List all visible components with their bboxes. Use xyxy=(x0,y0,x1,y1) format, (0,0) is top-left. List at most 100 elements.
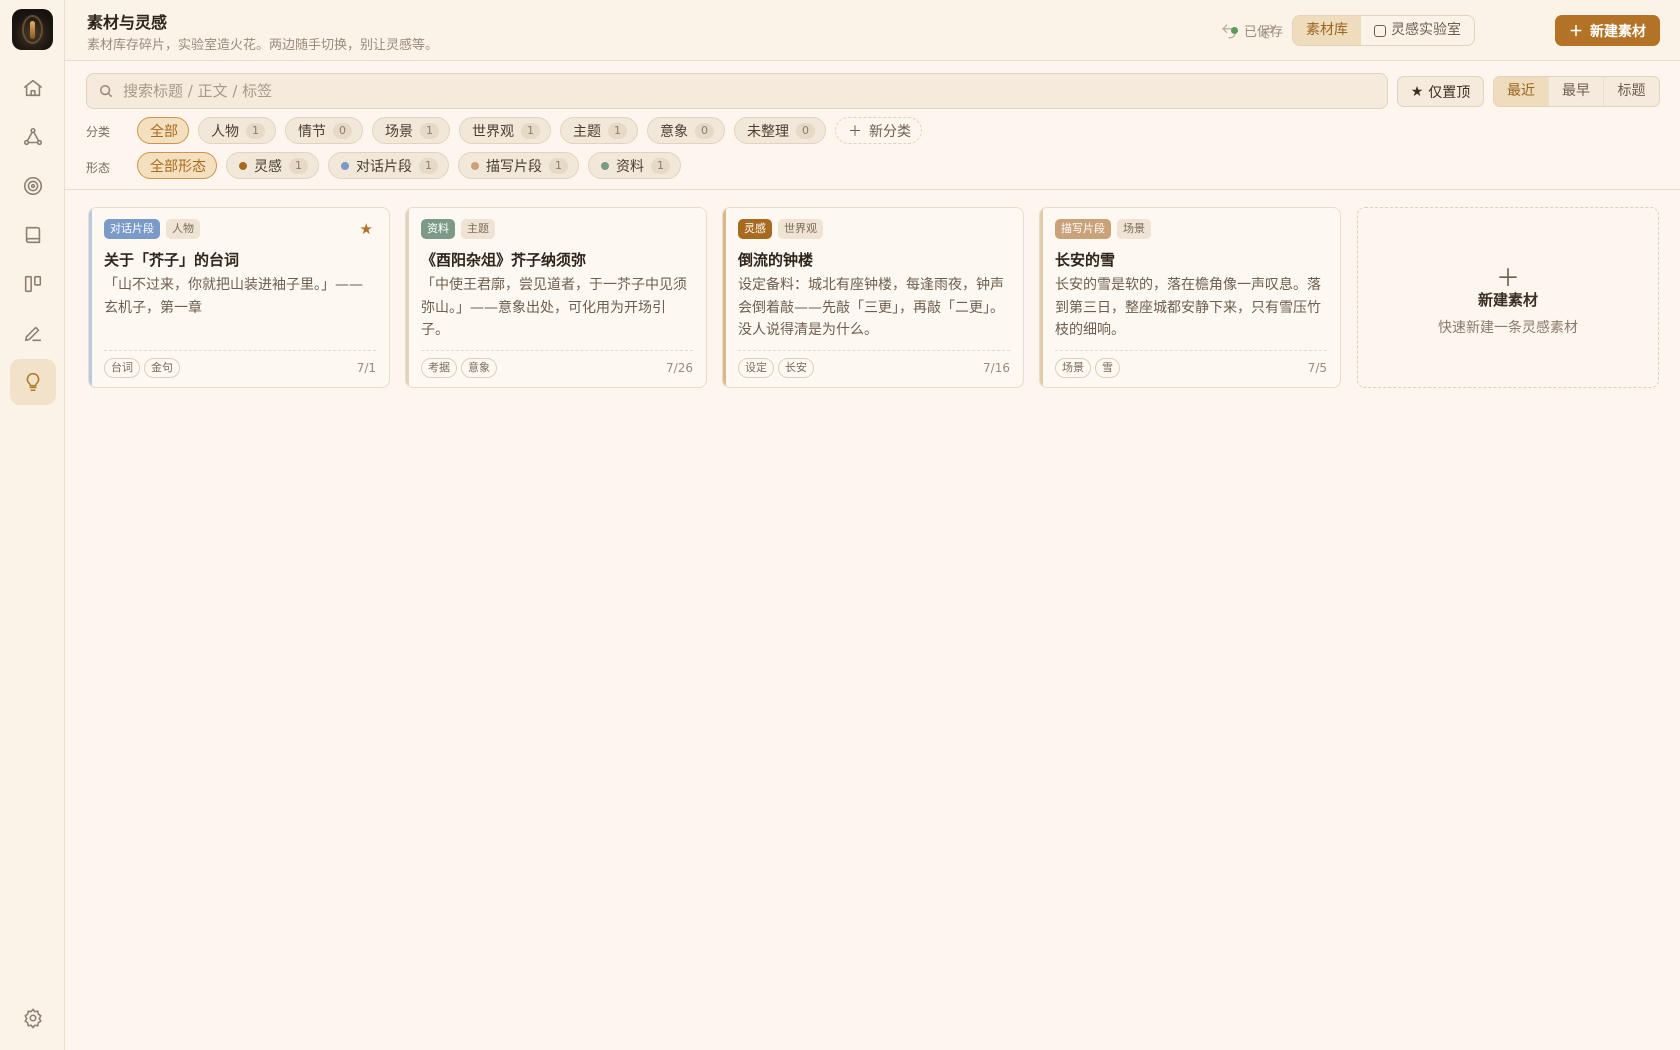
tab-library-label: 素材库 xyxy=(1306,22,1348,38)
card-body: 「山不过来，你就把山装进袖子里。」——玄机子，第一章 xyxy=(104,277,363,316)
card-body: 长安的雪是软的，落在檐角像一声叹息。落到第三日，整座城都安静下来，只有雪压竹枝的… xyxy=(1055,277,1321,338)
view-switch: 素材库 灵感实验室 xyxy=(1292,15,1475,46)
chip-count: 1 xyxy=(246,122,265,139)
category-tag: 场景 xyxy=(1117,219,1151,239)
color-dot xyxy=(601,161,609,170)
save-status: 已保存 xyxy=(1231,21,1283,40)
category-chip-worldview[interactable]: 世界观 1 xyxy=(459,117,551,144)
new-material-button[interactable]: ＋ 新建素材 xyxy=(1555,15,1660,46)
form-tag: 描写片段 xyxy=(1055,219,1111,239)
card-divider xyxy=(421,350,693,351)
sort-title[interactable]: 标题 xyxy=(1604,77,1659,106)
star-icon: ★ xyxy=(1410,83,1424,100)
label-tag[interactable]: 台词 xyxy=(104,358,140,378)
chip-label: 全部形态 xyxy=(150,158,206,175)
card-labels: 考据 意象 xyxy=(421,358,497,378)
search-input[interactable] xyxy=(123,82,1323,100)
form-tag: 资料 xyxy=(421,219,455,239)
new-material-card[interactable]: ＋ 新建素材 快速新建一条灵感素材 xyxy=(1357,207,1659,388)
form-chip-description[interactable]: 描写片段 1 xyxy=(458,152,579,179)
chip-label: 全部 xyxy=(150,123,178,140)
label-tag[interactable]: 雪 xyxy=(1095,358,1120,378)
sort-recent[interactable]: 最近 xyxy=(1494,77,1549,106)
search-box xyxy=(86,73,1388,109)
sort-switch: 最近 最早 标题 xyxy=(1493,76,1660,107)
label-tag[interactable]: 意象 xyxy=(461,358,497,378)
pinned-only-label: 仅置顶 xyxy=(1428,84,1471,101)
category-label: 分类 xyxy=(86,125,111,139)
material-card[interactable]: 对话片段 人物 ★ 关于「芥子」的台词 「山不过来，你就把山装进袖子里。」——玄… xyxy=(88,207,390,388)
form-chip-inspiration[interactable]: 灵感 1 xyxy=(226,152,319,179)
material-card[interactable]: 资料 主题 《酉阳杂俎》芥子纳须弥 「中使王君廓，尝见道者，于一芥子中见须弥山。… xyxy=(405,207,707,388)
category-tag: 主题 xyxy=(461,219,495,239)
nav-graph[interactable] xyxy=(10,114,56,160)
plus-icon: ＋ xyxy=(1569,23,1583,40)
divider xyxy=(65,189,1680,190)
label-tag[interactable]: 长安 xyxy=(778,358,814,378)
card-divider xyxy=(104,350,376,351)
label-tag[interactable]: 场景 xyxy=(1055,358,1091,378)
save-status-label: 已保存 xyxy=(1244,25,1284,40)
card-body: 「中使王君廓，尝见道者，于一芥子中见须弥山。」——意象出处，可化用为开场引子。 xyxy=(421,277,687,338)
chip-label: 描写片段 xyxy=(486,158,542,175)
nav-settings[interactable] xyxy=(10,995,56,1041)
sidebar xyxy=(0,0,65,1050)
plus-icon: ＋ xyxy=(848,123,862,140)
category-chip-plot[interactable]: 情节 0 xyxy=(285,117,363,144)
category-chip-all[interactable]: 全部 xyxy=(137,117,189,144)
nav-inspiration[interactable] xyxy=(10,359,56,405)
material-card[interactable]: 描写片段 场景 长安的雪 长安的雪是软的，落在檐角像一声叹息。落到第三日，整座城… xyxy=(1039,207,1341,388)
category-chip-theme[interactable]: 主题 1 xyxy=(560,117,638,144)
pinned-star-icon[interactable]: ★ xyxy=(360,220,373,238)
chip-count: 1 xyxy=(608,122,627,139)
card-body: 设定备料：城北有座钟楼，每逢雨夜，钟声会倒着敲——先敲「三更」，再敲「二更」。没… xyxy=(738,277,1004,338)
chip-count: 0 xyxy=(333,122,352,139)
tab-lab[interactable]: 灵感实验室 xyxy=(1361,16,1474,45)
flask-icon xyxy=(1374,24,1386,37)
card-tags: 对话片段 人物 xyxy=(104,219,200,239)
form-chip-dialogue[interactable]: 对话片段 1 xyxy=(328,152,449,179)
nav-home[interactable] xyxy=(10,65,56,111)
label-tag[interactable]: 考据 xyxy=(421,358,457,378)
add-category-button[interactable]: ＋ 新分类 xyxy=(835,117,922,144)
form-chip-reference[interactable]: 资料 1 xyxy=(588,152,681,179)
add-category-label: 新分类 xyxy=(869,123,911,140)
new-material-label: 新建素材 xyxy=(1590,23,1646,40)
category-chip-unsorted[interactable]: 未整理 0 xyxy=(734,117,826,144)
chip-count: 1 xyxy=(651,157,670,174)
new-card-title: 新建素材 xyxy=(1477,291,1538,309)
form-chips: 全部形态 灵感 1 对话片段 1 描写片段 1 资料 1 xyxy=(137,152,681,179)
pinned-only-toggle[interactable]: ★ 仅置顶 xyxy=(1397,76,1484,107)
nav-book[interactable] xyxy=(10,212,56,258)
category-chip-scene[interactable]: 场景 1 xyxy=(372,117,450,144)
card-labels: 设定 长安 xyxy=(738,358,814,378)
form-tag: 对话片段 xyxy=(104,219,160,239)
card-tags: 灵感 世界观 xyxy=(738,219,823,239)
chip-label: 情节 xyxy=(298,123,326,140)
pen-icon xyxy=(24,326,42,342)
card-accent-bar xyxy=(1040,208,1043,387)
chip-label: 人物 xyxy=(211,123,239,140)
label-tag[interactable]: 设定 xyxy=(738,358,774,378)
chip-count: 1 xyxy=(549,157,568,174)
category-tag: 世界观 xyxy=(778,219,823,239)
app-logo[interactable] xyxy=(12,9,53,50)
card-date: 7/5 xyxy=(1307,361,1327,375)
sort-oldest[interactable]: 最早 xyxy=(1549,77,1604,106)
nav-write[interactable] xyxy=(10,310,56,356)
color-dot xyxy=(341,161,349,170)
tab-library[interactable]: 素材库 xyxy=(1293,16,1361,45)
card-title: 倒流的钟楼 xyxy=(738,251,814,269)
chip-label: 对话片段 xyxy=(356,158,412,175)
nav-board[interactable] xyxy=(10,261,56,307)
category-chip-person[interactable]: 人物 1 xyxy=(198,117,276,144)
chip-label: 灵感 xyxy=(254,158,282,175)
form-chip-all[interactable]: 全部形态 xyxy=(137,152,217,179)
nav-target[interactable] xyxy=(10,163,56,209)
chip-label: 世界观 xyxy=(472,123,514,140)
category-chip-imagery[interactable]: 意象 0 xyxy=(647,117,725,144)
graph-icon xyxy=(23,127,43,146)
chip-count: 1 xyxy=(420,122,439,139)
material-card[interactable]: 灵感 世界观 倒流的钟楼 设定备料：城北有座钟楼，每逢雨夜，钟声会倒着敲——先敲… xyxy=(722,207,1024,388)
label-tag[interactable]: 金句 xyxy=(144,358,180,378)
